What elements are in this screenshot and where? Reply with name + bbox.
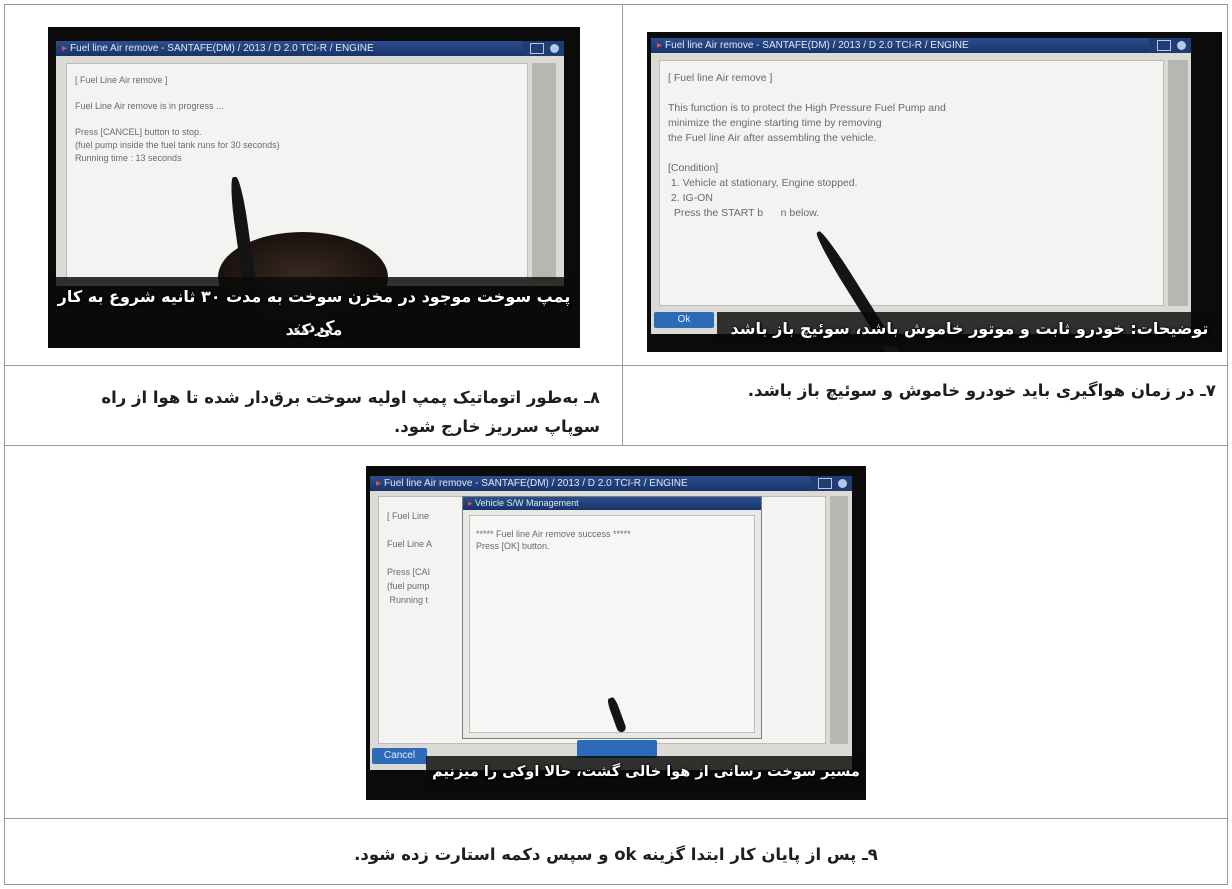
scrollbar[interactable]: [1168, 60, 1188, 306]
message-line: Press [CANCEL] button to stop.: [75, 127, 202, 137]
video-subtitle-line2: می کند: [285, 320, 343, 339]
message-line: minimize the engine starting time by rem…: [668, 117, 882, 129]
caption-step8-line2: سوپاپ سرریز خارج شود.: [393, 417, 600, 436]
message-line: [ Fuel line Air remove ]: [668, 72, 773, 84]
message-line: [75, 87, 280, 100]
screenshot-step9: ▸ Fuel line Air remove - SANTAFE(DM) / 20…: [366, 466, 866, 800]
video-subtitle: توضیحات: خودرو ثابت و موتور خاموش باشد، …: [730, 319, 1209, 338]
screenshot-step8: ▸ Fuel line Air remove - SANTAFE(DM) / 20…: [48, 27, 580, 348]
document-page: ▸ Fuel line Air remove - SANTAFE(DM) / 20…: [0, 0, 1232, 889]
message-line: [ Fuel Line Air remove ]: [75, 75, 168, 85]
message-line: 1. Vehicle at stationary, Engine stopped…: [668, 177, 858, 189]
caption-step9: ۹ـ پس از پایان کار ابتدا گزینه ok و سپس …: [354, 845, 878, 864]
caption-step7: ۷ـ در زمان هواگیری باید خودرو خاموش و سو…: [747, 381, 1216, 400]
scrollbar[interactable]: [532, 63, 556, 281]
message-line: (fuel pump: [387, 581, 430, 591]
message-line: Press [CAI: [387, 567, 431, 577]
titlebar-icons: [810, 476, 852, 491]
message-line: (fuel pump inside the fuel tank runs for…: [75, 140, 280, 150]
titlebar-icons: [1149, 38, 1191, 53]
message-line: Running t: [387, 595, 429, 605]
home-icon[interactable]: [530, 43, 544, 54]
info-icon[interactable]: [1177, 41, 1186, 50]
dialog-message: ***** Fuel line Air remove success *****…: [476, 528, 631, 552]
message-line: Running time : 13 seconds: [75, 153, 182, 163]
ok-button[interactable]: Ok: [654, 312, 714, 328]
scrollbar[interactable]: [830, 496, 848, 744]
row-divider: [4, 365, 1228, 366]
message-line: Fuel Line Air remove is in progress ...: [75, 101, 224, 111]
dialog-title: ▸ Vehicle S/W Management: [463, 497, 761, 510]
message-text: [ Fuel Line Air remove ] Fuel Line Air r…: [75, 74, 280, 165]
cancel-button[interactable]: Cancel: [372, 748, 427, 764]
message-line: [668, 86, 946, 101]
scanner-screen: ▸ Fuel line Air remove - SANTAFE(DM) / 20…: [370, 476, 852, 770]
home-icon[interactable]: [818, 478, 832, 489]
dialog-line: ***** Fuel line Air remove success *****: [476, 529, 631, 539]
screen-titlebar: ▸ Fuel line Air remove - SANTAFE(DM) / 20…: [370, 476, 852, 491]
message-line: This function is to protect the High Pre…: [668, 102, 946, 114]
message-line: the Fuel line Air after assembling the v…: [668, 132, 877, 144]
message-line: [668, 146, 946, 161]
message-area: [ Fuel line Air remove ] This function i…: [659, 60, 1164, 306]
message-line: 2. IG-ON: [668, 192, 713, 204]
dialog-line: Press [OK] button.: [476, 541, 550, 551]
message-line: [Condition]: [668, 162, 719, 174]
message-line: [387, 551, 432, 565]
video-subtitle: مسیر سوخت رسانی از هوا خالی گشت، حالا او…: [432, 764, 860, 780]
scanner-screen: ▸ Fuel line Air remove - SANTAFE(DM) / 20…: [651, 38, 1191, 334]
row-divider: [4, 445, 1228, 446]
home-icon[interactable]: [1157, 40, 1171, 51]
column-divider: [622, 4, 623, 446]
message-text: [ Fuel Line Fuel Line A Press [CAI (fuel …: [387, 509, 432, 607]
message-line: [ Fuel Line: [387, 511, 430, 521]
info-icon[interactable]: [838, 479, 847, 488]
screen-titlebar: ▸ Fuel line Air remove - SANTAFE(DM) / 20…: [56, 41, 564, 56]
row-divider: [4, 818, 1228, 819]
titlebar-icons: [522, 41, 564, 56]
message-line: [75, 113, 280, 126]
message-line: Fuel Line A: [387, 539, 433, 549]
caption-step8-line1: ۸ـ به‌طور اتوماتیک پمپ اولیه سوخت برق‌دا…: [101, 388, 600, 407]
message-text: [ Fuel line Air remove ] This function i…: [668, 71, 946, 221]
message-line: [387, 523, 432, 537]
screenshot-step7: ▸ Fuel line Air remove - SANTAFE(DM) / 20…: [647, 32, 1222, 352]
info-icon[interactable]: [550, 44, 559, 53]
screen-titlebar: ▸ Fuel line Air remove - SANTAFE(DM) / 20…: [651, 38, 1191, 53]
message-line: Press the START b n below.: [668, 207, 820, 219]
